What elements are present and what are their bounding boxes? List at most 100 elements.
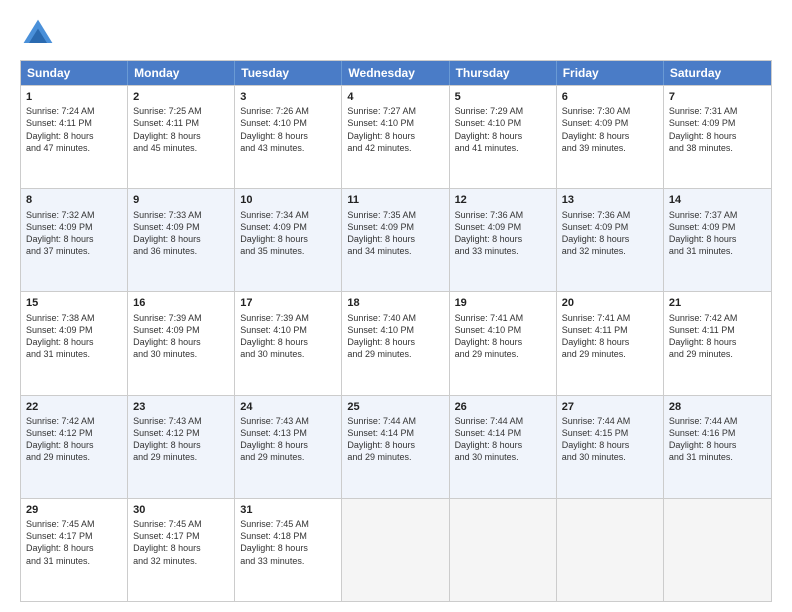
day-number: 18 bbox=[347, 296, 443, 310]
header-friday: Friday bbox=[557, 61, 664, 85]
day-number: 1 bbox=[26, 90, 122, 104]
calendar: SundayMondayTuesdayWednesdayThursdayFrid… bbox=[20, 60, 772, 602]
day-number: 24 bbox=[240, 400, 336, 414]
cal-cell-4-3 bbox=[342, 499, 449, 601]
day-number: 28 bbox=[669, 400, 766, 414]
day-number: 9 bbox=[133, 193, 229, 207]
day-number: 7 bbox=[669, 90, 766, 104]
day-number: 27 bbox=[562, 400, 658, 414]
cell-info: Sunrise: 7:31 AMSunset: 4:09 PMDaylight:… bbox=[669, 105, 766, 154]
header-thursday: Thursday bbox=[450, 61, 557, 85]
cal-cell-0-5: 6Sunrise: 7:30 AMSunset: 4:09 PMDaylight… bbox=[557, 86, 664, 188]
cell-info: Sunrise: 7:34 AMSunset: 4:09 PMDaylight:… bbox=[240, 209, 336, 258]
cell-info: Sunrise: 7:42 AMSunset: 4:11 PMDaylight:… bbox=[669, 312, 766, 361]
cell-info: Sunrise: 7:42 AMSunset: 4:12 PMDaylight:… bbox=[26, 415, 122, 464]
cal-cell-4-2: 31Sunrise: 7:45 AMSunset: 4:18 PMDayligh… bbox=[235, 499, 342, 601]
cal-cell-2-0: 15 Sunrise: 7:38 AMSunset: 4:09 PMDayligh… bbox=[21, 292, 128, 394]
cell-info: Sunrise: 7:45 AMSunset: 4:17 PMDaylight:… bbox=[26, 518, 122, 567]
logo-icon bbox=[20, 16, 56, 52]
day-number: 30 bbox=[133, 503, 229, 517]
day-number: 4 bbox=[347, 90, 443, 104]
cal-cell-2-2: 17Sunrise: 7:39 AMSunset: 4:10 PMDayligh… bbox=[235, 292, 342, 394]
cell-info: Sunrise: 7:33 AMSunset: 4:09 PMDaylight:… bbox=[133, 209, 229, 258]
cal-cell-0-1: 2Sunrise: 7:25 AMSunset: 4:11 PMDaylight… bbox=[128, 86, 235, 188]
cal-cell-1-2: 10 Sunrise: 7:34 AMSunset: 4:09 PMDayligh… bbox=[235, 189, 342, 291]
calendar-row-2: 15 Sunrise: 7:38 AMSunset: 4:09 PMDayligh… bbox=[21, 291, 771, 394]
cal-cell-4-0: 29Sunrise: 7:45 AMSunset: 4:17 PMDayligh… bbox=[21, 499, 128, 601]
cell-info: Sunrise: 7:45 AMSunset: 4:17 PMDaylight:… bbox=[133, 518, 229, 567]
cell-info: Sunrise: 7:30 AMSunset: 4:09 PMDaylight:… bbox=[562, 105, 658, 154]
day-number: 2 bbox=[133, 90, 229, 104]
day-number: 13 bbox=[562, 193, 658, 207]
cell-info: Sunrise: 7:44 AMSunset: 4:14 PMDaylight:… bbox=[455, 415, 551, 464]
cell-info: Sunrise: 7:37 AMSunset: 4:09 PMDaylight:… bbox=[669, 209, 766, 258]
cal-cell-0-2: 3Sunrise: 7:26 AMSunset: 4:10 PMDaylight… bbox=[235, 86, 342, 188]
day-number: 10 bbox=[240, 193, 336, 207]
cal-cell-1-0: 8 Sunrise: 7:32 AMSunset: 4:09 PMDaylight… bbox=[21, 189, 128, 291]
cell-info: Sunrise: 7:27 AMSunset: 4:10 PMDaylight:… bbox=[347, 105, 443, 154]
calendar-body: 1Sunrise: 7:24 AMSunset: 4:11 PMDaylight… bbox=[21, 85, 771, 601]
day-number: 16 bbox=[133, 296, 229, 310]
cell-info: Sunrise: 7:41 AMSunset: 4:11 PMDaylight:… bbox=[562, 312, 658, 361]
day-number: 15 bbox=[26, 296, 122, 310]
cal-cell-3-0: 22Sunrise: 7:42 AMSunset: 4:12 PMDayligh… bbox=[21, 396, 128, 498]
header-monday: Monday bbox=[128, 61, 235, 85]
calendar-header: SundayMondayTuesdayWednesdayThursdayFrid… bbox=[21, 61, 771, 85]
header-wednesday: Wednesday bbox=[342, 61, 449, 85]
header-saturday: Saturday bbox=[664, 61, 771, 85]
cal-cell-4-5 bbox=[557, 499, 664, 601]
cal-cell-0-4: 5Sunrise: 7:29 AMSunset: 4:10 PMDaylight… bbox=[450, 86, 557, 188]
cal-cell-0-0: 1Sunrise: 7:24 AMSunset: 4:11 PMDaylight… bbox=[21, 86, 128, 188]
cell-info: Sunrise: 7:43 AMSunset: 4:12 PMDaylight:… bbox=[133, 415, 229, 464]
header-tuesday: Tuesday bbox=[235, 61, 342, 85]
cal-cell-3-4: 26Sunrise: 7:44 AMSunset: 4:14 PMDayligh… bbox=[450, 396, 557, 498]
cal-cell-2-5: 20Sunrise: 7:41 AMSunset: 4:11 PMDayligh… bbox=[557, 292, 664, 394]
cal-cell-3-3: 25Sunrise: 7:44 AMSunset: 4:14 PMDayligh… bbox=[342, 396, 449, 498]
cal-cell-2-1: 16 Sunrise: 7:39 AMSunset: 4:09 PMDayligh… bbox=[128, 292, 235, 394]
cal-cell-1-4: 12 Sunrise: 7:36 AMSunset: 4:09 PMDayligh… bbox=[450, 189, 557, 291]
day-number: 3 bbox=[240, 90, 336, 104]
cell-info: Sunrise: 7:44 AMSunset: 4:14 PMDaylight:… bbox=[347, 415, 443, 464]
day-number: 14 bbox=[669, 193, 766, 207]
cell-info: Sunrise: 7:32 AMSunset: 4:09 PMDaylight:… bbox=[26, 209, 122, 258]
calendar-row-1: 8 Sunrise: 7:32 AMSunset: 4:09 PMDaylight… bbox=[21, 188, 771, 291]
day-number: 19 bbox=[455, 296, 551, 310]
logo bbox=[20, 16, 60, 52]
day-number: 5 bbox=[455, 90, 551, 104]
cal-cell-1-6: 14 Sunrise: 7:37 AMSunset: 4:09 PMDayligh… bbox=[664, 189, 771, 291]
day-number: 29 bbox=[26, 503, 122, 517]
day-number: 8 bbox=[26, 193, 122, 207]
day-number: 21 bbox=[669, 296, 766, 310]
cal-cell-3-1: 23Sunrise: 7:43 AMSunset: 4:12 PMDayligh… bbox=[128, 396, 235, 498]
cell-info: Sunrise: 7:36 AMSunset: 4:09 PMDaylight:… bbox=[562, 209, 658, 258]
cal-cell-4-6 bbox=[664, 499, 771, 601]
day-number: 26 bbox=[455, 400, 551, 414]
cell-info: Sunrise: 7:25 AMSunset: 4:11 PMDaylight:… bbox=[133, 105, 229, 154]
day-number: 17 bbox=[240, 296, 336, 310]
cal-cell-4-4 bbox=[450, 499, 557, 601]
cal-cell-1-3: 11Sunrise: 7:35 AMSunset: 4:09 PMDayligh… bbox=[342, 189, 449, 291]
day-number: 11 bbox=[347, 193, 443, 207]
cell-info: Sunrise: 7:29 AMSunset: 4:10 PMDaylight:… bbox=[455, 105, 551, 154]
cal-cell-3-2: 24Sunrise: 7:43 AMSunset: 4:13 PMDayligh… bbox=[235, 396, 342, 498]
cell-info: Sunrise: 7:45 AMSunset: 4:18 PMDaylight:… bbox=[240, 518, 336, 567]
cell-info: Sunrise: 7:24 AMSunset: 4:11 PMDaylight:… bbox=[26, 105, 122, 154]
cal-cell-4-1: 30Sunrise: 7:45 AMSunset: 4:17 PMDayligh… bbox=[128, 499, 235, 601]
cal-cell-2-4: 19Sunrise: 7:41 AMSunset: 4:10 PMDayligh… bbox=[450, 292, 557, 394]
cell-info: Sunrise: 7:43 AMSunset: 4:13 PMDaylight:… bbox=[240, 415, 336, 464]
header-sunday: Sunday bbox=[21, 61, 128, 85]
cal-cell-1-1: 9 Sunrise: 7:33 AMSunset: 4:09 PMDaylight… bbox=[128, 189, 235, 291]
cell-info: Sunrise: 7:38 AMSunset: 4:09 PMDaylight:… bbox=[26, 312, 122, 361]
calendar-row-3: 22Sunrise: 7:42 AMSunset: 4:12 PMDayligh… bbox=[21, 395, 771, 498]
day-number: 6 bbox=[562, 90, 658, 104]
day-number: 25 bbox=[347, 400, 443, 414]
cal-cell-0-6: 7Sunrise: 7:31 AMSunset: 4:09 PMDaylight… bbox=[664, 86, 771, 188]
cell-info: Sunrise: 7:36 AMSunset: 4:09 PMDaylight:… bbox=[455, 209, 551, 258]
cell-info: Sunrise: 7:39 AMSunset: 4:09 PMDaylight:… bbox=[133, 312, 229, 361]
day-number: 12 bbox=[455, 193, 551, 207]
calendar-row-4: 29Sunrise: 7:45 AMSunset: 4:17 PMDayligh… bbox=[21, 498, 771, 601]
calendar-row-0: 1Sunrise: 7:24 AMSunset: 4:11 PMDaylight… bbox=[21, 85, 771, 188]
page: SundayMondayTuesdayWednesdayThursdayFrid… bbox=[0, 0, 792, 612]
day-number: 31 bbox=[240, 503, 336, 517]
cal-cell-2-6: 21 Sunrise: 7:42 AMSunset: 4:11 PMDayligh… bbox=[664, 292, 771, 394]
